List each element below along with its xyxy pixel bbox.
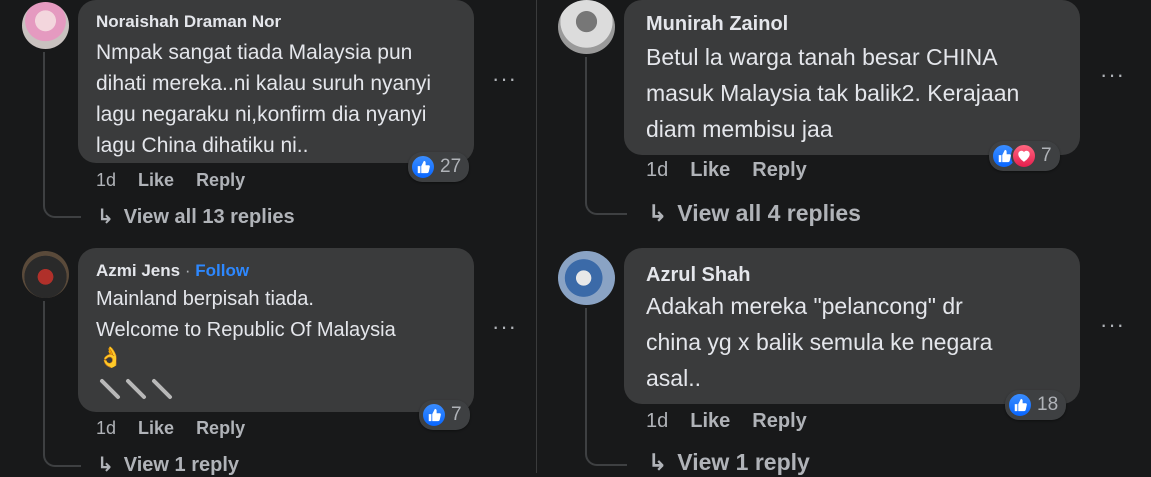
reaction-count: 27 (440, 156, 462, 177)
slash-sticks-icon (100, 379, 172, 399)
reaction-summary[interactable]: 7 (989, 141, 1060, 171)
thread-line (585, 57, 627, 215)
avatar[interactable] (22, 251, 69, 298)
comment-author[interactable]: Azrul Shah (646, 264, 750, 287)
comment-text: Adakah mereka "pelancong" dr china yg x … (646, 293, 993, 391)
view-replies-link[interactable]: ↳ View 1 reply (648, 449, 810, 476)
like-reaction-icon (421, 402, 447, 428)
love-reaction-icon (1011, 143, 1037, 169)
reply-arrow-icon: ↳ (97, 206, 114, 228)
reaction-count: 18 (1037, 394, 1059, 415)
comment-author[interactable]: Azmi Jens (96, 261, 180, 280)
more-options-icon[interactable]: ··· (1100, 312, 1125, 338)
reply-button[interactable]: Reply (196, 170, 245, 190)
view-replies-link[interactable]: ↳ View 1 reply (97, 452, 239, 477)
comment-author-line: Azmi Jens · Follow (96, 261, 249, 281)
comment-time[interactable]: 1d (646, 159, 668, 181)
thread-line (43, 52, 81, 218)
comment-actions: 1d Like Reply (646, 159, 807, 182)
comment-author[interactable]: Noraishah Draman Nor (96, 12, 281, 32)
separator-dot: · (184, 261, 191, 280)
column-divider (536, 0, 537, 473)
reaction-summary[interactable]: 7 (419, 400, 470, 430)
reply-button[interactable]: Reply (196, 418, 245, 438)
ok-hand-emoji: 👌 (98, 347, 123, 369)
reply-arrow-icon: ↳ (648, 449, 668, 475)
like-button[interactable]: Like (690, 410, 730, 432)
reply-arrow-icon: ↳ (648, 200, 668, 226)
comment-time[interactable]: 1d (646, 410, 668, 432)
reaction-count: 7 (1041, 145, 1052, 166)
more-options-icon[interactable]: ··· (1100, 62, 1125, 88)
comment-actions: 1d Like Reply (96, 418, 245, 439)
reaction-summary[interactable]: 27 (408, 152, 470, 182)
comment-author[interactable]: Munirah Zainol (646, 13, 788, 36)
like-reaction-icon (410, 154, 436, 180)
comment-text: Nmpak sangat tiada Malaysia pun dihati m… (96, 41, 432, 157)
reaction-count: 7 (451, 404, 462, 425)
like-button[interactable]: Like (138, 170, 174, 190)
comment-text: Betul la warga tanah besar CHINA masuk M… (646, 44, 1020, 142)
comment-text: Mainland berpisah tiada. Welcome to Repu… (96, 288, 396, 341)
more-options-icon[interactable]: ··· (492, 66, 517, 92)
reply-button[interactable]: Reply (752, 159, 806, 181)
like-button[interactable]: Like (690, 159, 730, 181)
comment-actions: 1d Like Reply (646, 410, 807, 433)
view-replies-link[interactable]: ↳ View all 4 replies (648, 200, 861, 227)
comment-time[interactable]: 1d (96, 418, 116, 438)
reaction-summary[interactable]: 18 (1005, 390, 1067, 420)
view-replies-link[interactable]: ↳ View all 13 replies (97, 204, 295, 229)
follow-button[interactable]: Follow (195, 261, 249, 280)
thread-line (585, 308, 627, 466)
comment-time[interactable]: 1d (96, 170, 116, 190)
comment-actions: 1d Like Reply (96, 170, 245, 191)
avatar[interactable] (558, 0, 615, 54)
thread-line (43, 301, 81, 467)
like-button[interactable]: Like (138, 418, 174, 438)
like-reaction-icon (1007, 392, 1033, 418)
reply-button[interactable]: Reply (752, 410, 806, 432)
more-options-icon[interactable]: ··· (492, 314, 517, 340)
avatar[interactable] (22, 2, 69, 49)
avatar[interactable] (558, 251, 615, 305)
